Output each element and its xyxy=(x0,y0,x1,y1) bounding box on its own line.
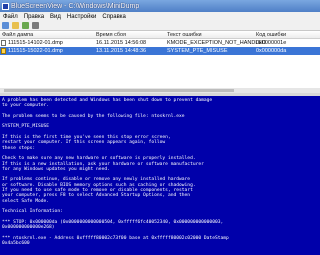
refresh-icon[interactable] xyxy=(22,22,29,29)
row-time: 16.11.2015 14:56:08 xyxy=(96,40,147,46)
column-error-text[interactable]: Текст ошибки xyxy=(167,32,202,38)
row-code: 0x0000001e xyxy=(256,40,287,46)
app-icon xyxy=(2,2,9,10)
menu-file[interactable]: Файл xyxy=(0,14,21,20)
menu-edit[interactable]: Правка xyxy=(21,14,47,20)
menu-settings[interactable]: Настройки xyxy=(64,14,99,20)
column-error-code[interactable]: Код ошибки xyxy=(256,32,286,38)
open-icon[interactable] xyxy=(2,22,9,29)
table-row[interactable]: 111515-14102-01.dmp 16.11.2015 14:56:08 … xyxy=(0,39,320,47)
window-title: BlueScreenView - C:\Windows\MiniDump xyxy=(11,2,140,10)
dump-file-icon xyxy=(1,48,6,54)
title-bar[interactable]: BlueScreenView - C:\Windows\MiniDump xyxy=(0,0,320,12)
menu-view[interactable]: Вид xyxy=(47,14,64,20)
list-header: Файл дампа Время сбоя Текст ошибки Код о… xyxy=(0,31,320,39)
row-code: 0x000000da xyxy=(256,48,287,54)
menu-bar: Файл Правка Вид Настройки Справка xyxy=(0,12,320,21)
row-time: 13.11.2015 14:48:36 xyxy=(96,48,147,54)
bluescreenview-window: BlueScreenView - C:\Windows\MiniDump Фай… xyxy=(0,0,320,255)
column-dump-file[interactable]: Файл дампа xyxy=(2,32,33,38)
table-row-selected[interactable]: 111515-15022-01.dmp 13.11.2015 14:48:36 … xyxy=(0,47,320,55)
row-text: KMODE_EXCEPTION_NOT_HANDLED xyxy=(167,40,267,46)
column-crash-time[interactable]: Время сбоя xyxy=(96,32,126,38)
menu-help[interactable]: Справка xyxy=(99,14,129,20)
bsod-line: 0x4a5bc600 xyxy=(2,241,30,247)
dump-list[interactable]: 111515-14102-01.dmp 16.11.2015 14:56:08 … xyxy=(0,39,320,88)
toolbar xyxy=(0,21,320,31)
row-file: 111515-15022-01.dmp xyxy=(8,48,63,54)
bsod-preview-pane: A problem has been detected and Windows … xyxy=(0,96,320,255)
row-file: 111515-14102-01.dmp xyxy=(8,40,63,46)
dump-file-icon xyxy=(1,40,6,46)
save-icon[interactable] xyxy=(12,22,19,29)
properties-icon[interactable] xyxy=(32,22,39,29)
scrollbar-thumb[interactable] xyxy=(4,89,234,92)
row-text: SYSTEM_PTE_MISUSE xyxy=(167,48,228,54)
